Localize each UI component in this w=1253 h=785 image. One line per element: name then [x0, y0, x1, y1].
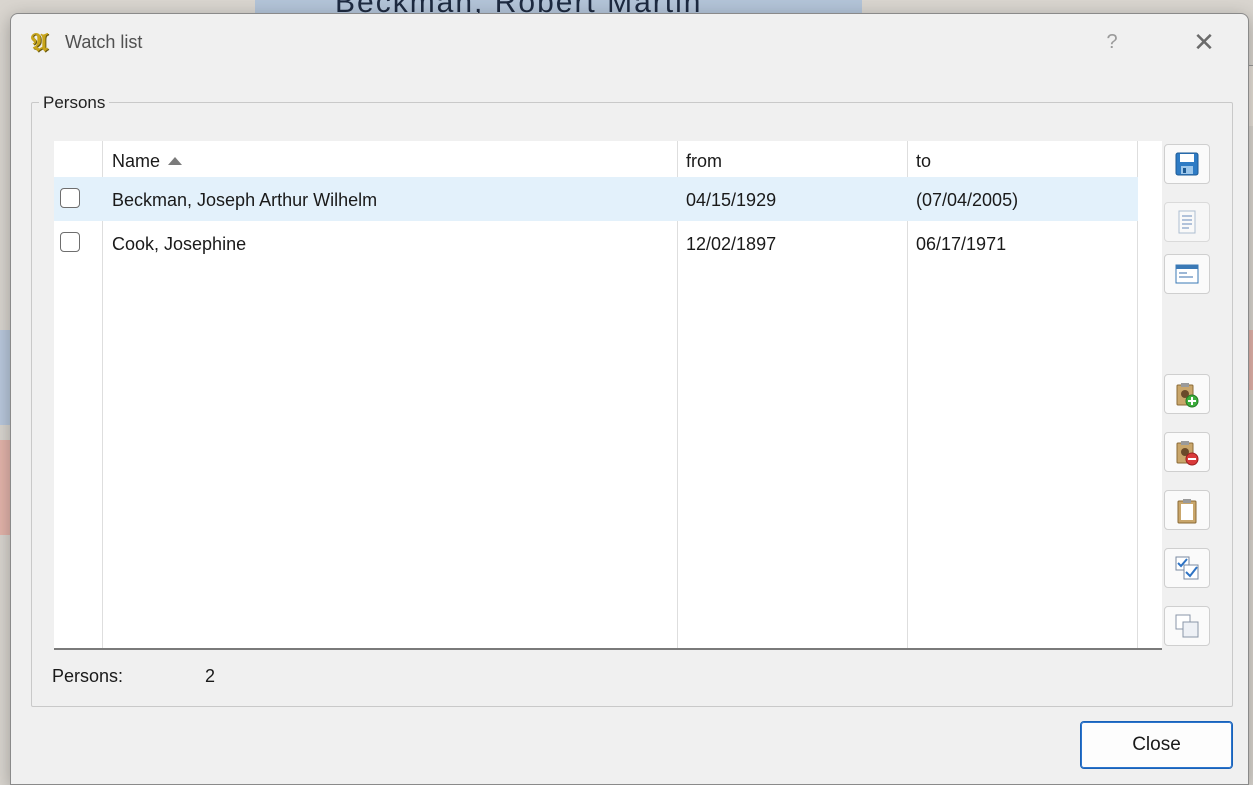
form-icon	[1175, 264, 1199, 284]
table-row[interactable]: Cook, Josephine 12/02/1897 06/17/1971	[54, 221, 1138, 265]
row-checkbox[interactable]	[60, 188, 80, 208]
save-icon	[1175, 152, 1199, 176]
save-button[interactable]	[1164, 144, 1210, 184]
remove-person-button[interactable]	[1164, 432, 1210, 472]
document-icon	[1178, 210, 1196, 234]
cell-name: Cook, Josephine	[112, 234, 247, 254]
cell-name: Beckman, Joseph Arthur Wilhelm	[112, 190, 378, 210]
background-card-fragment	[0, 440, 10, 535]
cell-from: 12/02/1897	[686, 234, 777, 254]
title-bar[interactable]: 𝔄 Watch list ? ✕	[11, 14, 1248, 72]
watch-list-dialog: 𝔄 Watch list ? ✕ Persons Name from to Be…	[10, 13, 1249, 785]
cell-from: 04/15/1929	[686, 190, 777, 210]
column-header-to[interactable]: to	[916, 141, 931, 177]
check-all-icon	[1175, 556, 1199, 580]
background-card-fragment	[0, 330, 10, 425]
copy-icon	[1175, 614, 1199, 638]
remove-person-icon	[1176, 441, 1199, 466]
row-checkbox[interactable]	[60, 232, 80, 252]
form-button[interactable]	[1164, 254, 1210, 294]
cell-to: (07/04/2005)	[916, 190, 1019, 210]
persons-table[interactable]: Name from to Beckman, Joseph Arthur Wilh…	[54, 141, 1162, 650]
document-button[interactable]	[1164, 202, 1210, 242]
column-header-from[interactable]: from	[686, 141, 722, 177]
persons-count-value: 2	[205, 666, 216, 686]
cell-to: 06/17/1971	[916, 234, 1007, 254]
sort-ascending-icon	[168, 157, 183, 165]
clipboard-icon	[1177, 499, 1197, 524]
persons-group-title: Persons	[39, 93, 110, 113]
check-all-button[interactable]	[1164, 548, 1210, 588]
add-person-icon	[1176, 383, 1199, 408]
table-row[interactable]: Beckman, Joseph Arthur Wilhelm 04/15/192…	[54, 177, 1138, 221]
add-person-button[interactable]	[1164, 374, 1210, 414]
dialog-title: Watch list	[65, 32, 143, 52]
close-button[interactable]: Close	[1080, 721, 1233, 769]
column-header-name-label: Name	[112, 151, 161, 171]
close-icon[interactable]: ✕	[1189, 28, 1219, 58]
help-button[interactable]: ?	[1099, 28, 1125, 56]
copy-button[interactable]	[1164, 606, 1210, 646]
app-logo-icon: 𝔄	[31, 28, 49, 58]
persons-count-label: Persons:	[52, 666, 124, 686]
column-header-name[interactable]: Name	[112, 141, 183, 177]
clipboard-button[interactable]	[1164, 490, 1210, 530]
